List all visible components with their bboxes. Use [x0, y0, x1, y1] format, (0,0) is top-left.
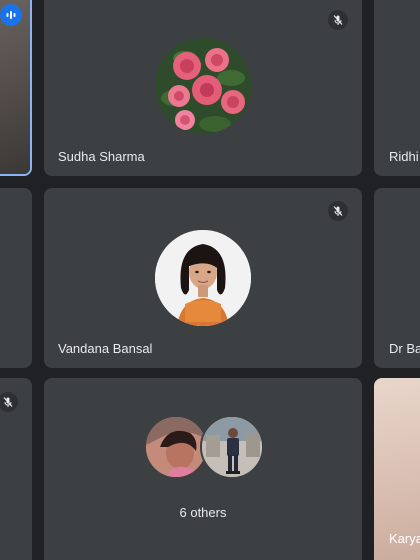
participant-tile-karya[interactable]: Karya	[374, 378, 420, 560]
mic-off-icon	[328, 201, 348, 221]
participant-tile-dr-ba[interactable]: Dr Ba	[374, 188, 420, 368]
participant-tile-vandana-bansal[interactable]: Vandana Bansal	[44, 188, 362, 368]
mic-off-icon	[0, 392, 18, 412]
participant-name: Karya	[389, 531, 420, 546]
others-tile[interactable]: 6 others	[44, 378, 362, 560]
others-count-label: 6 others	[179, 505, 227, 520]
participant-name: Vandana Bansal	[58, 341, 153, 356]
participant-video	[0, 0, 30, 174]
other-participant-avatar	[200, 415, 264, 479]
participant-tile-ridhi[interactable]: Ridhi	[374, 0, 420, 176]
mic-off-icon	[328, 10, 348, 30]
participant-name: Sudha Sharma	[58, 149, 145, 164]
roses-photo-avatar	[155, 38, 251, 134]
other-participant-avatar	[144, 415, 208, 479]
audio-level-icon	[0, 4, 22, 26]
woman-photo-avatar	[155, 230, 251, 326]
participant-tile-active-speaker[interactable]	[0, 0, 32, 176]
participant-tile-partial-left-bottom[interactable]	[0, 378, 32, 560]
participant-tile-partial-left[interactable]	[0, 188, 32, 368]
participant-name: Ridhi	[389, 149, 419, 164]
participant-name: Dr Ba	[389, 341, 420, 356]
participant-tile-sudha-sharma[interactable]: Sudha Sharma	[44, 0, 362, 176]
meeting-grid: Sudha Sharma Ridhi Vandana Bansal Dr Ba …	[0, 0, 420, 560]
